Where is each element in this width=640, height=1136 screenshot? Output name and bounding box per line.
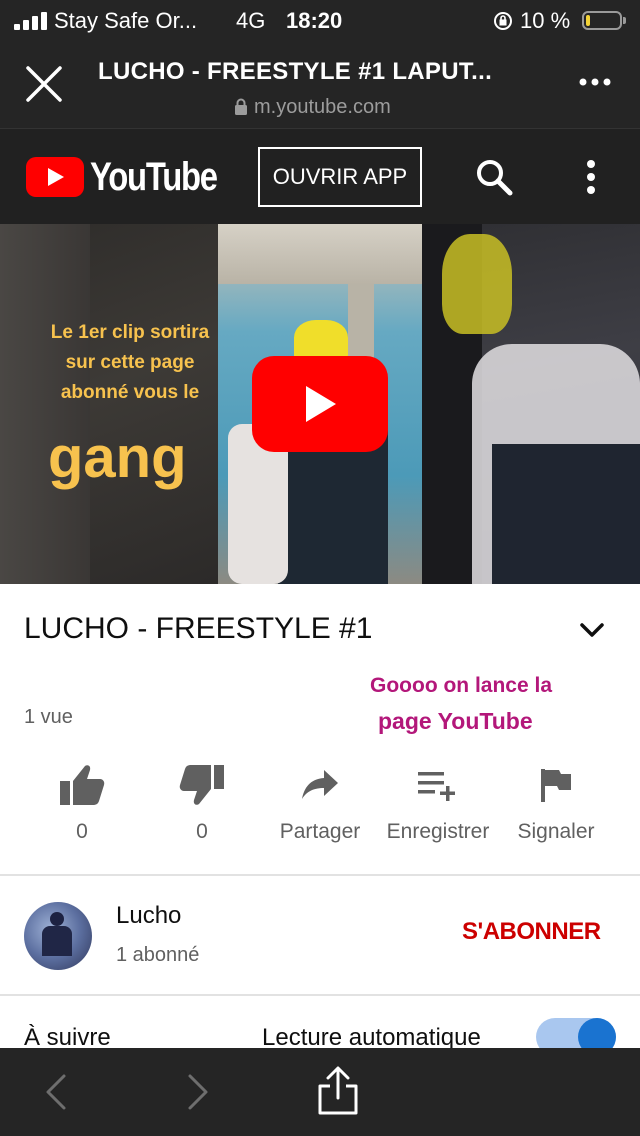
battery-percent: 10 % [520, 8, 571, 33]
thumbnail-overlay-line-3: abonné vous le [60, 382, 200, 403]
redacted-area [26, 652, 356, 694]
comment-overlay-line-1: Goooo on lance la [370, 674, 553, 697]
signal-strength-icon [14, 12, 48, 30]
dislike-button[interactable]: 0 [142, 760, 262, 844]
youtube-logo-text[interactable]: YouTube [90, 155, 218, 200]
share-page-icon[interactable] [316, 1066, 360, 1121]
page-title: LUCHO - FREESTYLE #1 LAPUT... [98, 58, 493, 85]
thumbs-down-icon [142, 760, 262, 810]
view-count: 1 vue [24, 706, 73, 728]
youtube-logo-icon[interactable] [26, 157, 84, 197]
status-bar: Stay Safe Or... 4G 18:20 10 % [0, 0, 640, 40]
forward-icon[interactable] [186, 1072, 210, 1117]
play-button[interactable] [252, 356, 388, 452]
close-icon[interactable] [24, 64, 64, 109]
lock-icon [234, 98, 248, 121]
subscriber-count: 1 abonné [116, 944, 200, 966]
like-count: 0 [76, 820, 88, 843]
save-label: Enregistrer [386, 820, 490, 843]
youtube-header: YouTube OUVRIR APP [0, 128, 640, 225]
video-title: LUCHO - FREESTYLE #1 [24, 612, 373, 645]
thumbnail-overlay-line-2: sur cette page [65, 352, 195, 373]
comment-overlay-line-2: page YouTube [378, 708, 533, 734]
thumbs-up-icon [22, 760, 142, 810]
report-label: Signaler [517, 820, 595, 843]
clock: 18:20 [286, 8, 343, 33]
video-player[interactable]: Le 1er clip sortira sur cette page abonn… [0, 224, 640, 584]
network-type: 4G [236, 8, 266, 33]
divider [0, 994, 640, 996]
share-button[interactable]: Partager [260, 760, 380, 844]
report-button[interactable]: Signaler [496, 760, 616, 844]
rotation-lock-icon [492, 10, 514, 37]
divider [0, 874, 640, 876]
thumbnail-overlay-line-1: Le 1er clip sortira [50, 322, 210, 343]
channel-name[interactable]: Lucho [116, 902, 181, 930]
flag-icon [496, 760, 616, 810]
subscribe-button[interactable]: S'ABONNER [462, 918, 601, 946]
save-playlist-icon [378, 760, 498, 810]
browser-toolbar [0, 1048, 640, 1136]
dislike-count: 0 [196, 820, 208, 843]
thumbnail-panel-left [0, 224, 218, 584]
save-button[interactable]: Enregistrer [378, 760, 498, 844]
browser-header: LUCHO - FREESTYLE #1 LAPUT... m.youtube.… [0, 40, 640, 128]
share-label: Partager [279, 820, 361, 843]
menu-kebab-icon[interactable] [584, 159, 598, 200]
share-icon [260, 760, 380, 810]
thumbnail-panel-right [422, 224, 640, 584]
chevron-down-icon[interactable] [578, 620, 606, 645]
like-button[interactable]: 0 [22, 760, 142, 844]
carrier-name: Stay Safe Or... [54, 8, 198, 33]
thumbnail-overlay-big: gang [48, 425, 187, 490]
back-icon[interactable] [44, 1072, 68, 1117]
battery-icon [582, 11, 626, 30]
more-options-icon[interactable] [578, 74, 612, 92]
url-label[interactable]: m.youtube.com [254, 96, 391, 119]
channel-avatar[interactable] [24, 902, 92, 970]
open-app-button[interactable]: OUVRIR APP [258, 147, 422, 207]
search-icon[interactable] [474, 157, 514, 202]
